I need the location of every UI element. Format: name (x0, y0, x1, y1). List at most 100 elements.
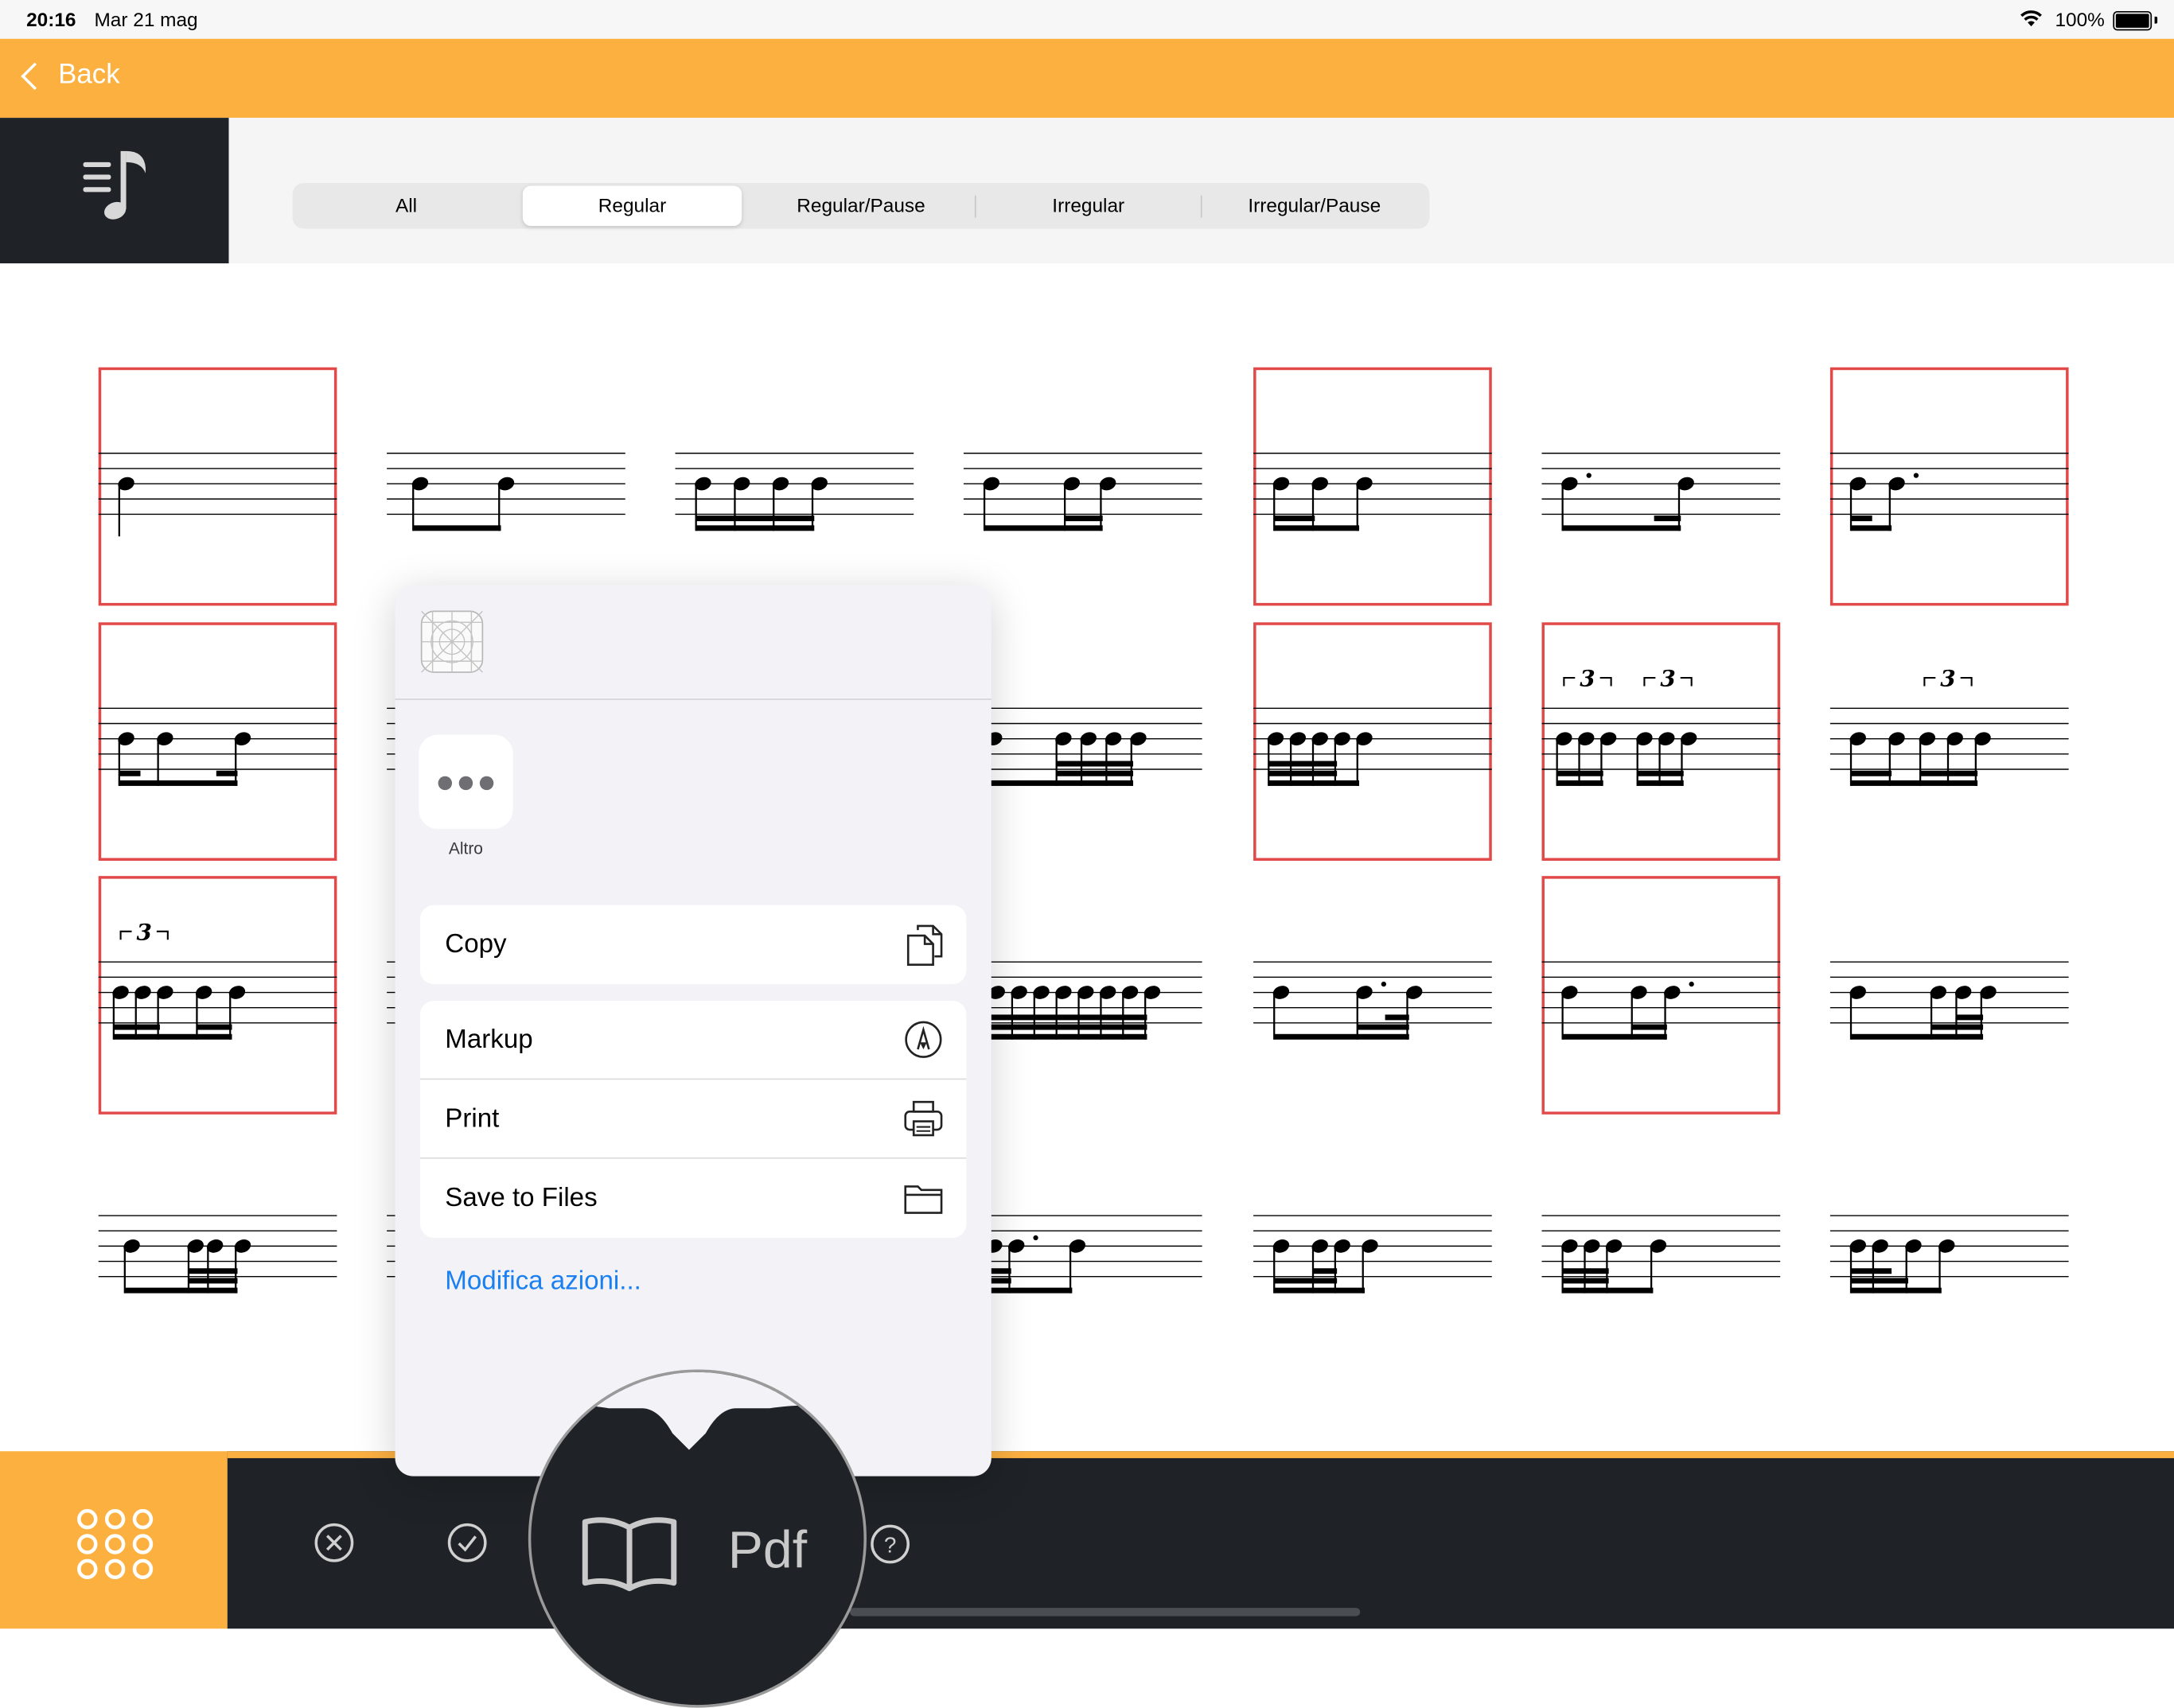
close-circle-icon[interactable] (314, 1522, 355, 1563)
rhythm-notation (1253, 961, 1492, 1040)
note-beam (1920, 770, 1978, 776)
note-beam (1268, 770, 1338, 776)
rhythm-cell[interactable] (1829, 1130, 2069, 1368)
rhythm-cell[interactable] (98, 1130, 337, 1368)
markup-action[interactable]: Markup (419, 1001, 967, 1080)
note-beam (119, 770, 141, 776)
rhythm-cell[interactable] (1253, 622, 1492, 861)
note-beam (1056, 761, 1134, 767)
save-to-files-action[interactable]: Save to Files (420, 1159, 966, 1238)
note-beam (188, 1278, 238, 1284)
back-button[interactable]: Back (17, 60, 120, 91)
tab-regular-pause[interactable]: Regular/Pause (747, 185, 975, 226)
edit-actions-link[interactable]: Modifica azioni... (445, 1267, 641, 1298)
rhythm-notation (1829, 453, 2069, 531)
triplet-number: 3 (1940, 665, 1955, 691)
battery-icon (2113, 10, 2158, 31)
rhythm-cell[interactable] (963, 876, 1202, 1115)
note-beam (1274, 1278, 1338, 1284)
print-icon (904, 1100, 943, 1137)
rhythm-cell[interactable]: 33 (1541, 622, 1781, 861)
app-logo (0, 118, 229, 264)
rhythm-cell[interactable] (1541, 1130, 1781, 1368)
tab-irregular[interactable]: Irregular (976, 185, 1201, 226)
note-beam (113, 1033, 232, 1040)
rhythm-notation (98, 1215, 337, 1294)
grid-dots-icon (77, 1508, 154, 1580)
rhythm-cell[interactable] (98, 367, 337, 606)
note-beam (1313, 1268, 1338, 1274)
filter-segmented-control: All Regular Regular/Pause Irregular Irre… (292, 182, 1430, 229)
markup-icon (905, 1021, 942, 1058)
popover-arrow-icon (531, 1371, 864, 1450)
tab-irregular-pause[interactable]: Irregular/Pause (1202, 185, 1427, 226)
rhythm-cell[interactable] (98, 622, 337, 861)
note-beam (1268, 780, 1360, 786)
more-label: Altro (448, 838, 483, 858)
rhythm-notation (963, 1215, 1202, 1294)
note-beam (1274, 516, 1315, 522)
back-label: Back (58, 59, 120, 91)
copy-label: Copy (445, 930, 507, 959)
header: All Regular Regular/Pause Irregular Irre… (0, 118, 2174, 264)
note-beam (1851, 1278, 1908, 1284)
tab-regular[interactable]: Regular (522, 185, 742, 227)
status-date: Mar 21 mag (94, 8, 198, 31)
triplet-number: 3 (1580, 665, 1595, 691)
rhythm-cell[interactable] (1541, 876, 1781, 1115)
more-dot-icon (458, 776, 473, 791)
rhythm-cell[interactable] (1253, 367, 1492, 606)
rhythm-notation (1253, 1215, 1492, 1294)
note-beam (1556, 770, 1603, 776)
rhythm-notation (98, 453, 337, 537)
rhythm-cell[interactable] (963, 622, 1202, 861)
note-beam (197, 1024, 232, 1030)
status-time: 20:16 (26, 8, 76, 31)
rhythm-cell[interactable]: 3 (1829, 622, 2069, 861)
note-beam (1851, 1033, 1984, 1040)
rhythm-cell[interactable] (1541, 368, 1781, 606)
rhythm-notation (1541, 1215, 1781, 1294)
augmentation-dot (1586, 473, 1592, 478)
rhythm-notation (963, 453, 1202, 531)
note-beam (1556, 780, 1603, 786)
note-beam (1056, 770, 1134, 776)
note-beam (413, 525, 501, 531)
rhythm-cell[interactable] (963, 1130, 1202, 1368)
copy-action[interactable]: Copy (420, 905, 966, 984)
rhythm-cell[interactable] (387, 368, 625, 606)
rhythm-cell[interactable] (963, 368, 1202, 606)
note-beam (1851, 780, 1978, 786)
print-action[interactable]: Print (419, 1080, 967, 1159)
rhythm-cell[interactable] (675, 368, 914, 606)
rhythm-notation (1541, 453, 1781, 531)
note-beam (113, 1024, 160, 1030)
rhythm-notation (963, 707, 1202, 786)
rhythm-notation (963, 961, 1202, 1040)
note-beam (1274, 525, 1360, 531)
more-button[interactable] (419, 734, 513, 829)
primary-actions-group: Copy (419, 905, 967, 985)
note-beam (1631, 1024, 1667, 1030)
note-beam (1851, 1268, 1892, 1274)
rhythm-cell[interactable] (1829, 876, 2069, 1115)
folder-icon (904, 1185, 943, 1214)
book-icon[interactable] (581, 1514, 678, 1592)
note-beam (695, 516, 815, 522)
note-beam (987, 1287, 1073, 1294)
check-circle-icon[interactable] (446, 1522, 488, 1563)
help-icon[interactable]: ? (869, 1523, 910, 1565)
augmentation-dot (1913, 473, 1919, 478)
augmentation-dot (1689, 981, 1694, 987)
augmentation-dot (1033, 1235, 1038, 1241)
rhythm-cell[interactable]: 3 (98, 876, 337, 1115)
status-bar: 20:16 Mar 21 mag 100% (0, 0, 2174, 39)
note-beam (1851, 1287, 1942, 1294)
note-beam (987, 780, 1134, 786)
rhythm-cell[interactable] (1253, 1130, 1492, 1368)
rhythm-cell[interactable] (1253, 876, 1492, 1115)
rhythm-cell[interactable] (1829, 367, 2069, 606)
tab-all[interactable]: All (295, 185, 517, 226)
menu-tile[interactable] (0, 1451, 228, 1629)
music-list-icon (83, 150, 146, 220)
